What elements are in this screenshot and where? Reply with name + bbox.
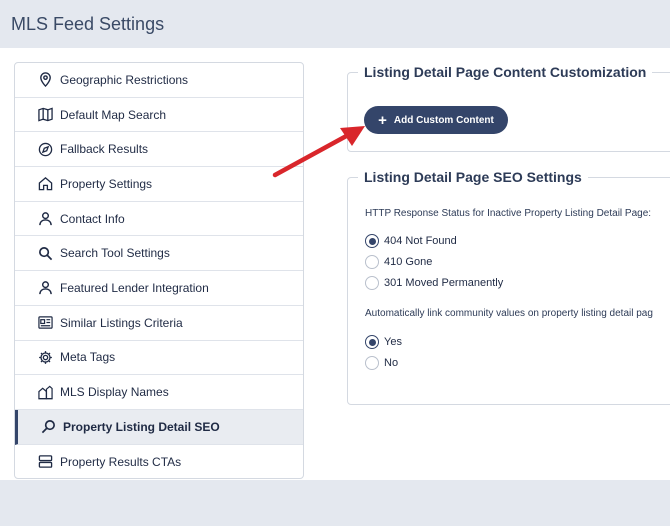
sidebar-item-property-settings[interactable]: Property Settings (15, 167, 303, 202)
annotation-arrow (272, 126, 365, 178)
page-footer (0, 480, 670, 526)
sidebar-item-label: Property Listing Detail SEO (63, 419, 220, 434)
sidebar-item-label: MLS Display Names (60, 385, 169, 400)
home-icon (37, 176, 53, 192)
sidebar-item-geographic-restrictions[interactable]: Geographic Restrictions (15, 63, 303, 98)
sidebar-item-label: Meta Tags (60, 350, 116, 365)
radio-no[interactable]: No (365, 356, 398, 370)
sidebar-item-label: Search Tool Settings (60, 246, 170, 261)
sidebar-item-meta-tags[interactable]: Meta Tags (15, 341, 303, 376)
gear-icon (37, 349, 53, 365)
user-icon (37, 211, 53, 227)
sidebar-item-similar-listings-criteria[interactable]: Similar Listings Criteria (15, 306, 303, 341)
radio-301-moved-permanently[interactable]: 301 Moved Permanently (365, 276, 503, 290)
sidebar-item-mls-display-names[interactable]: MLS Display Names (15, 375, 303, 410)
page-title: MLS Feed Settings (11, 14, 165, 34)
panel-legend: Listing Detail Page Content Customizatio… (358, 64, 653, 80)
sidebar-item-label: Property Results CTAs (60, 454, 182, 469)
sidebar-item-featured-lender-integration[interactable]: Featured Lender Integration (15, 271, 303, 306)
plus-icon: + (378, 111, 387, 129)
radio-404-not-found[interactable]: 404 Not Found (365, 234, 457, 248)
sidebar-item-fallback-results[interactable]: Fallback Results (15, 132, 303, 168)
panel-legend: Listing Detail Page SEO Settings (358, 169, 588, 185)
search-icon (40, 419, 56, 435)
radio-label: 404 Not Found (384, 235, 457, 247)
stack-icon (37, 454, 53, 470)
content-customization-panel: Listing Detail Page Content Customizatio… (347, 64, 670, 152)
add-button-label: Add Custom Content (393, 114, 494, 126)
map-pin-icon (37, 72, 53, 88)
sidebar-item-label: Geographic Restrictions (60, 72, 189, 87)
radio-button[interactable] (365, 255, 379, 269)
map-icon (37, 107, 53, 123)
radio-button[interactable] (365, 276, 379, 290)
sidebar-item-search-tool-settings[interactable]: Search Tool Settings (15, 236, 303, 272)
radio-button[interactable] (365, 335, 379, 349)
sidebar-item-label: Similar Listings Criteria (60, 315, 183, 330)
radio-label: No (384, 357, 399, 369)
settings-sidebar: Geographic Restrictions Default Map Sear… (14, 62, 304, 479)
radio-label: Yes (384, 336, 402, 348)
seo-settings-panel: Listing Detail Page SEO Settings HTTP Re… (347, 169, 670, 405)
radio-button[interactable] (365, 234, 379, 248)
user-icon (37, 280, 53, 296)
radio-label: 410 Gone (384, 256, 433, 268)
compass-icon (37, 141, 53, 157)
search-icon (37, 245, 53, 261)
radio-410-gone[interactable]: 410 Gone (365, 255, 432, 269)
page-header: MLS Feed Settings (0, 0, 670, 48)
radio-yes[interactable]: Yes (365, 335, 402, 349)
sidebar-item-default-map-search[interactable]: Default Map Search (15, 98, 303, 133)
sidebar-item-label: Contact Info (60, 211, 125, 226)
buildings-icon (37, 384, 53, 400)
sidebar-item-property-listing-detail-seo[interactable]: Property Listing Detail SEO (15, 409, 303, 445)
sidebar-item-label: Default Map Search (60, 107, 167, 122)
sidebar-item-label: Fallback Results (60, 142, 149, 157)
add-custom-content-button[interactable]: + Add Custom Content (364, 106, 508, 134)
radio-label: 301 Moved Permanently (384, 277, 504, 289)
sidebar-item-property-results-ctas[interactable]: Property Results CTAs (15, 445, 303, 478)
radio-button[interactable] (365, 356, 379, 370)
sidebar-item-label: Property Settings (60, 176, 153, 191)
link-question-label: Automatically link community values on p… (365, 308, 653, 319)
status-question-label: HTTP Response Status for Inactive Proper… (365, 208, 652, 219)
sidebar-item-label: Featured Lender Integration (60, 280, 209, 295)
listings-icon (37, 315, 53, 331)
sidebar-item-contact-info[interactable]: Contact Info (15, 202, 303, 237)
